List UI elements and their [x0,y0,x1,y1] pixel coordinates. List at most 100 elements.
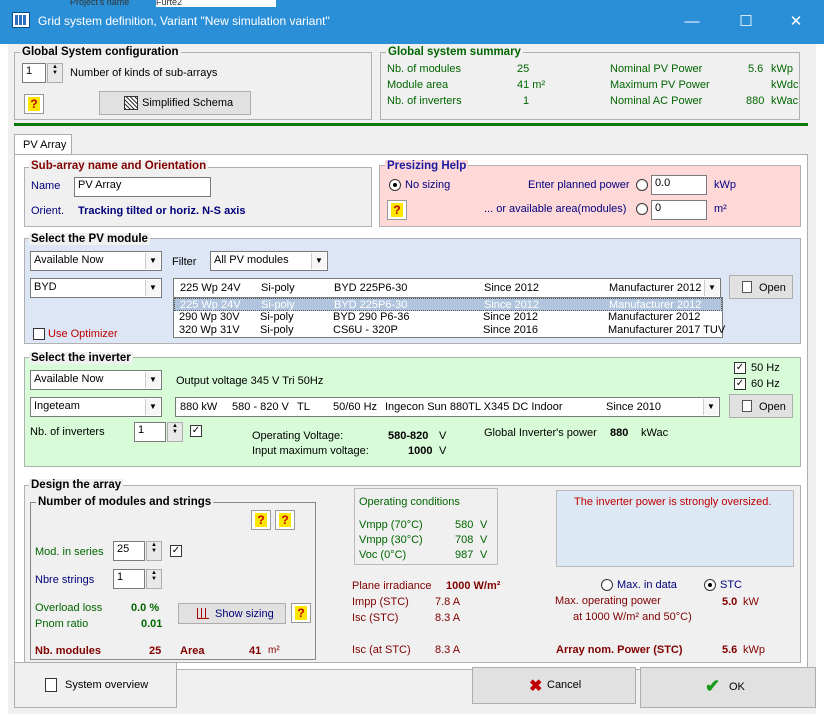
stc-radio[interactable] [704,579,716,591]
inverter-open-button[interactable]: Open [729,394,793,418]
ok-label: OK [729,681,745,693]
available-area-input[interactable]: 0 [651,200,707,220]
nb-inverters-checkbox[interactable]: ✓ [190,425,202,437]
help-icon[interactable] [291,603,311,623]
inverter-sel-voltage: 580 - 820 V [232,401,289,413]
module-item-model: CS6U - 320P [333,324,398,336]
module-list-item[interactable]: 225 Wp 24V Si-poly BYD 225P6-30 Since 20… [174,298,722,311]
op-voltage-unit: V [439,430,447,442]
summary-label-modules: Nb. of modules [387,63,461,75]
strings-spinner[interactable]: ▲ ▼ [146,569,162,589]
use-optimizer-checkbox[interactable] [33,328,45,340]
module-availability-select[interactable]: Available Now ▼ [30,251,162,271]
nb-inverters-spinner[interactable]: ▲ ▼ [167,422,183,442]
warning-message: The inverter power is strongly oversized… [574,496,772,508]
modules-strings-title: Number of modules and strings [36,496,214,508]
pnom-ratio-label: Pnom ratio [35,618,89,630]
help-icon[interactable] [24,94,44,114]
max-in-data-radio[interactable] [601,579,613,591]
module-filter-value: All PV modules [214,254,289,266]
planned-power-input[interactable]: 0.0 [651,175,707,195]
area-value: 41 [249,645,262,657]
module-manufacturer-select[interactable]: BYD ▼ [30,278,162,298]
help-icon[interactable] [275,510,295,530]
mod-series-input[interactable]: 25 [113,541,145,561]
module-list-item[interactable]: 290 Wp 30V Si-poly BYD 290 P6-36 Since 2… [174,311,722,324]
window-title: Grid system definition, Variant "New sim… [38,14,330,28]
module-item-model: BYD 290 P6-36 [333,311,410,323]
nb-modules-label: Nb. modules [35,645,102,657]
show-sizing-button[interactable]: Show sizing [178,603,286,624]
strings-input[interactable]: 1 [113,569,145,589]
num-kinds-input[interactable]: 1 [22,63,46,83]
mod-series-spinner[interactable]: ▲ ▼ [146,541,162,561]
hz50-checkbox[interactable]: ✓ [734,362,746,374]
area-label: Area [180,645,205,657]
chevron-down-icon: ▼ [145,280,160,296]
opcond-title: Operating conditions [359,496,460,508]
design-title: Design the array [29,479,124,491]
module-item-source: Manufacturer 2017 TUV [608,324,726,336]
inverter-manufacturer-select[interactable]: Ingeteam ▼ [30,397,162,417]
array-nom-label: Array nom. Power (STC) [556,644,683,656]
tab-pv-array-label: PV Array [23,139,67,151]
close-icon[interactable]: ✕ [786,12,806,32]
clipboard-icon [45,678,57,692]
cancel-button[interactable]: ✖ Cancel [472,667,636,704]
simplified-schema-button[interactable]: Simplified Schema [99,91,251,115]
tab-pv-array[interactable]: PV Array [14,134,72,155]
inverter-availability-select[interactable]: Available Now ▼ [30,370,162,390]
module-availability-value: Available Now [34,254,104,266]
module-sel-tech: Si-poly [261,282,295,294]
chevron-down-icon: ▼ [704,280,719,296]
isc-label: Isc (STC) [352,612,399,624]
module-item-model: BYD 225P6-30 [334,299,408,311]
inverter-title: Select the inverter [29,352,133,364]
module-item-tech: Si-poly [261,299,295,311]
no-sizing-radio[interactable] [389,179,401,191]
inverter-sel-type: TL [297,401,310,413]
subarray-title: Sub-array name and Orientation [29,160,209,172]
maximize-icon[interactable]: ☐ [736,12,756,32]
summary-value-modules: 25 [517,63,530,75]
op-voltage-label: Operating Voltage: [252,430,344,442]
module-manufacturer-value: BYD [34,281,57,293]
presizing-help-icon[interactable] [387,200,407,220]
behind-project-field: Furte2 [156,0,276,7]
ok-button[interactable]: ✔ OK [640,667,816,708]
available-area-radio[interactable] [636,203,648,215]
cancel-x-icon: ✖ [529,678,543,695]
grid-app-icon [12,12,30,28]
module-list-item[interactable]: 320 Wp 31V Si-poly CS6U - 320P Since 201… [174,324,726,337]
module-filter-select[interactable]: All PV modules ▼ [210,251,328,271]
summary-unit-nominal-pv: kWp [771,63,793,75]
summary-label-area: Module area [387,79,449,91]
overload-value: 0.0 % [131,602,160,614]
module-open-button[interactable]: Open [729,275,793,299]
help-icon[interactable] [251,510,271,530]
global-power-value: 880 [610,427,629,439]
max-voltage-label: Input maximum voltage: [252,445,369,457]
hz60-checkbox[interactable]: ✓ [734,378,746,390]
chevron-down-icon: ▼ [145,253,160,269]
minimize-icon[interactable]: — [682,12,702,32]
chevron-down-icon: ▼ [145,399,160,415]
impp-value: 7.8 A [435,596,461,608]
pv-module-title: Select the PV module [29,233,150,245]
cancel-label: Cancel [547,679,582,691]
max-op-sub: at 1000 W/m² and 50°C) [573,611,692,623]
num-kinds-spinner[interactable]: ▲ ▼ [47,63,63,83]
name-input[interactable]: PV Array [74,177,211,197]
module-select[interactable]: 225 Wp 24V Si-poly BYD 225P6-30 Since 20… [173,278,721,298]
nb-inverters-input[interactable]: 1 [134,422,166,442]
array-nom-unit: kWp [743,644,765,656]
planned-power-radio[interactable] [636,179,648,191]
chevron-down-icon: ▼ [145,372,160,388]
mod-series-checkbox[interactable]: ✓ [170,545,182,557]
summary-value-nominal-pv: 5.6 [748,63,764,75]
show-sizing-label: Show sizing [215,608,274,620]
system-overview-button[interactable]: System overview [14,662,177,708]
filter-label: Filter [172,256,197,268]
module-open-label: Open [759,282,786,294]
inverter-select[interactable]: 880 kW 580 - 820 V TL 50/60 Hz Ingecon S… [175,397,720,417]
